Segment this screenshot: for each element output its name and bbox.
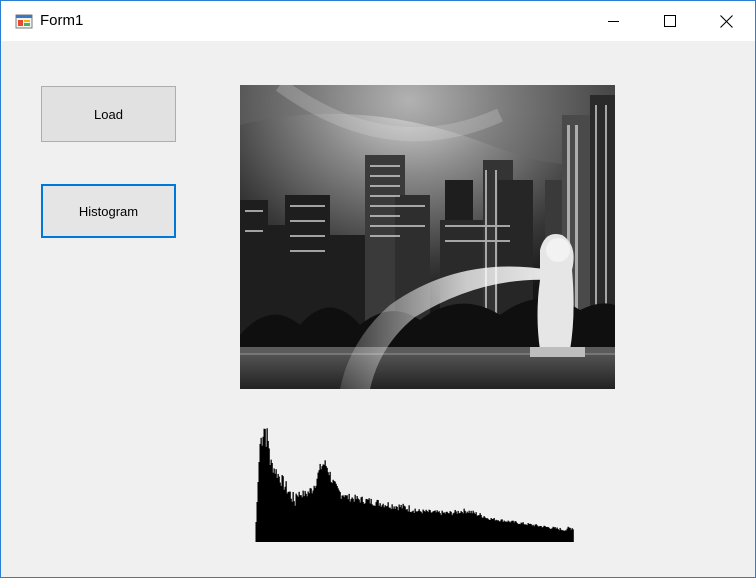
minimize-icon — [608, 21, 619, 22]
title-bar[interactable]: Form1 — [1, 1, 755, 41]
histogram-bar — [572, 529, 574, 542]
picture-box-image — [240, 85, 615, 389]
maximize-button[interactable] — [642, 1, 698, 41]
histogram-bars — [255, 428, 574, 542]
minimize-button[interactable] — [586, 1, 642, 41]
maximize-icon — [664, 15, 676, 27]
close-button[interactable] — [698, 1, 754, 41]
load-button[interactable]: Load — [41, 86, 176, 142]
window-title: Form1 — [40, 12, 84, 29]
histogram-chart — [255, 428, 574, 542]
form-window: Form1 Load Histogram — [0, 0, 756, 578]
app-icon — [15, 14, 33, 29]
histogram-button[interactable]: Histogram — [41, 184, 176, 238]
close-icon — [719, 14, 733, 28]
